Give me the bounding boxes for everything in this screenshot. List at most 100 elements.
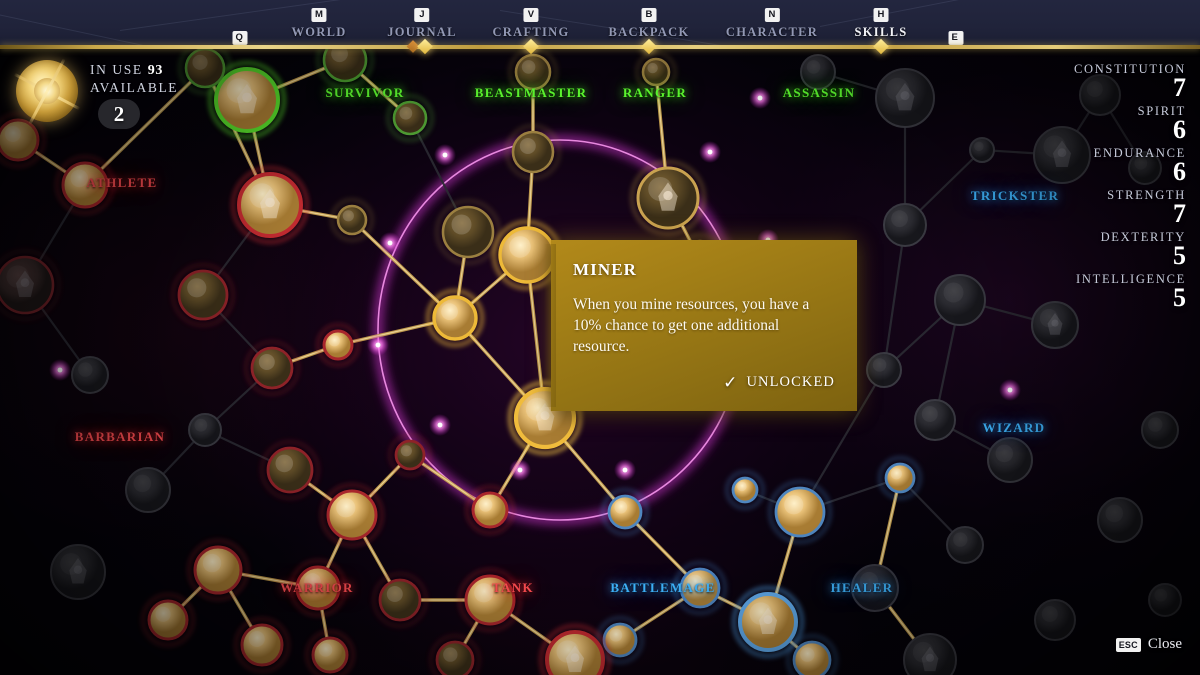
class-label-beastmaster: BEASTMASTER [474,85,588,100]
skill-node[interactable] [425,288,485,348]
stat-intelligence: INTELLIGENCE 5 [1001,272,1186,312]
nav-item-journal[interactable]: J JOURNAL [387,4,457,40]
skill-node[interactable] [71,356,109,394]
skill-node[interactable] [1097,497,1143,543]
skill-node[interactable] [785,633,839,675]
skill-tooltip: MINER When you mine resources, you have … [544,240,857,411]
esc-keycap: ESC [1115,637,1141,652]
skill-node[interactable] [428,633,482,675]
skill-node[interactable] [385,93,435,143]
stat-value: 7 [1173,73,1186,102]
skill-node[interactable] [457,567,523,633]
class-label-barbarian: BARBARIAN [74,429,166,444]
nav-keycap-v: V [523,8,539,22]
skills-screen: SURVIVOR BEASTMASTER RANGER ASSASSIN ATHLETE… [0,0,1200,675]
skill-node[interactable] [329,197,375,243]
nav-item-skills[interactable]: H SKILLS [855,4,908,40]
skill-node[interactable] [934,274,986,326]
skill-node[interactable] [877,455,923,501]
skill-node[interactable] [434,198,502,266]
skill-node[interactable] [170,262,236,328]
nav-label: CHARACTER [725,25,819,39]
nav-keycap-e[interactable]: E [948,31,964,45]
stat-dexterity: DEXTERITY 5 [1001,230,1186,270]
skill-node[interactable] [464,484,516,536]
stat-endurance: ENDURANCE 6 [1001,146,1186,186]
skill-node[interactable] [188,413,222,447]
skill-node[interactable] [243,339,301,397]
stat-strength: STRENGTH 7 [1001,188,1186,228]
nav-item-world[interactable]: M WORLD [291,4,346,40]
available-points-value: 2 [113,101,125,126]
skill-node[interactable] [946,526,984,564]
gold-divider [0,45,1200,49]
skill-node[interactable] [767,479,833,545]
nav-keycap-j: J [414,8,430,22]
class-label-survivor: SURVIVOR [325,85,405,100]
skill-node[interactable] [230,165,310,245]
skill-node[interactable] [903,633,957,675]
skill-node[interactable] [140,592,196,648]
skill-node[interactable] [883,203,927,247]
skill-node[interactable] [186,538,250,602]
class-label-assassin: ASSASSIN [782,85,856,100]
skill-node[interactable] [724,469,766,511]
skill-node[interactable] [304,629,356,675]
close-hint[interactable]: ESC Close [1115,636,1182,653]
nav-item-backpack[interactable]: B BACKPACK [609,4,690,40]
skill-node[interactable] [315,322,361,368]
nav-keycap-m: M [311,8,327,22]
nav-item-crafting[interactable]: V CRAFTING [492,4,569,40]
in-use-row: IN USE 93 [90,61,178,79]
nav-keycap-h: H [873,8,889,22]
class-label-athlete: ATHLETE [86,175,158,190]
skill-node[interactable] [914,399,956,441]
skill-node[interactable] [987,437,1033,483]
skill-node[interactable] [1141,411,1179,449]
tooltip-status: ✓ UNLOCKED [723,374,835,391]
skill-node[interactable] [538,623,612,675]
skill-node[interactable] [875,68,935,128]
nav-keycap-q[interactable]: Q [232,31,248,45]
class-label-battlemage: BATTLEMAGE [610,580,716,595]
skill-node[interactable] [387,432,433,478]
class-label-wizard: WIZARD [982,420,1046,435]
tooltip-description: When you mine resources, you have a 10% … [573,296,810,355]
skill-node[interactable] [504,123,562,181]
class-label-ranger: RANGER [622,85,688,100]
skill-node[interactable] [233,616,291,674]
skill-node[interactable] [1148,583,1182,617]
skill-node[interactable] [259,439,321,501]
nav-label: WORLD [291,25,347,39]
skill-node[interactable] [969,137,995,163]
nav-item-character[interactable]: N CHARACTER [726,4,818,40]
tooltip-status-label: UNLOCKED [746,374,835,390]
skill-node[interactable] [800,54,836,90]
stat-constitution: CONSTITUTION 7 [1001,62,1186,102]
skill-node[interactable] [600,487,650,537]
skill-points-panel: IN USE 93 AVAILABLE 2 [16,57,216,137]
emblem-core [34,78,60,104]
top-navigation-bar[interactable]: Q M WORLD J JOURNAL V CRAFTING B BACKPACK N CHARAC… [0,0,1200,45]
skill-node[interactable] [866,352,902,388]
skill-node[interactable] [125,467,171,513]
tooltip-title: MINER [573,260,638,279]
in-use-label: IN USE [90,62,143,77]
check-icon: ✓ [723,373,739,392]
skill-node[interactable] [1034,599,1076,641]
nav-label: JOURNAL [387,25,457,39]
available-label: AVAILABLE [90,80,179,95]
class-label-healer: HEALER [830,580,894,595]
skill-node[interactable] [319,482,385,548]
nav-keycap-n: N [764,8,780,22]
skill-node[interactable] [629,159,707,237]
stat-value: 5 [1173,241,1186,270]
stat-value: 6 [1173,115,1186,144]
close-label: Close [1147,636,1182,652]
skill-node[interactable] [0,248,62,322]
character-stats-panel: CONSTITUTION 7 SPIRIT 6 ENDURANCE 6 STRENGTH 7 D… [1001,62,1186,314]
sun-emblem-icon [16,60,78,122]
stat-value: 7 [1173,199,1186,228]
skill-node[interactable] [371,571,429,629]
skill-node[interactable] [50,544,106,600]
